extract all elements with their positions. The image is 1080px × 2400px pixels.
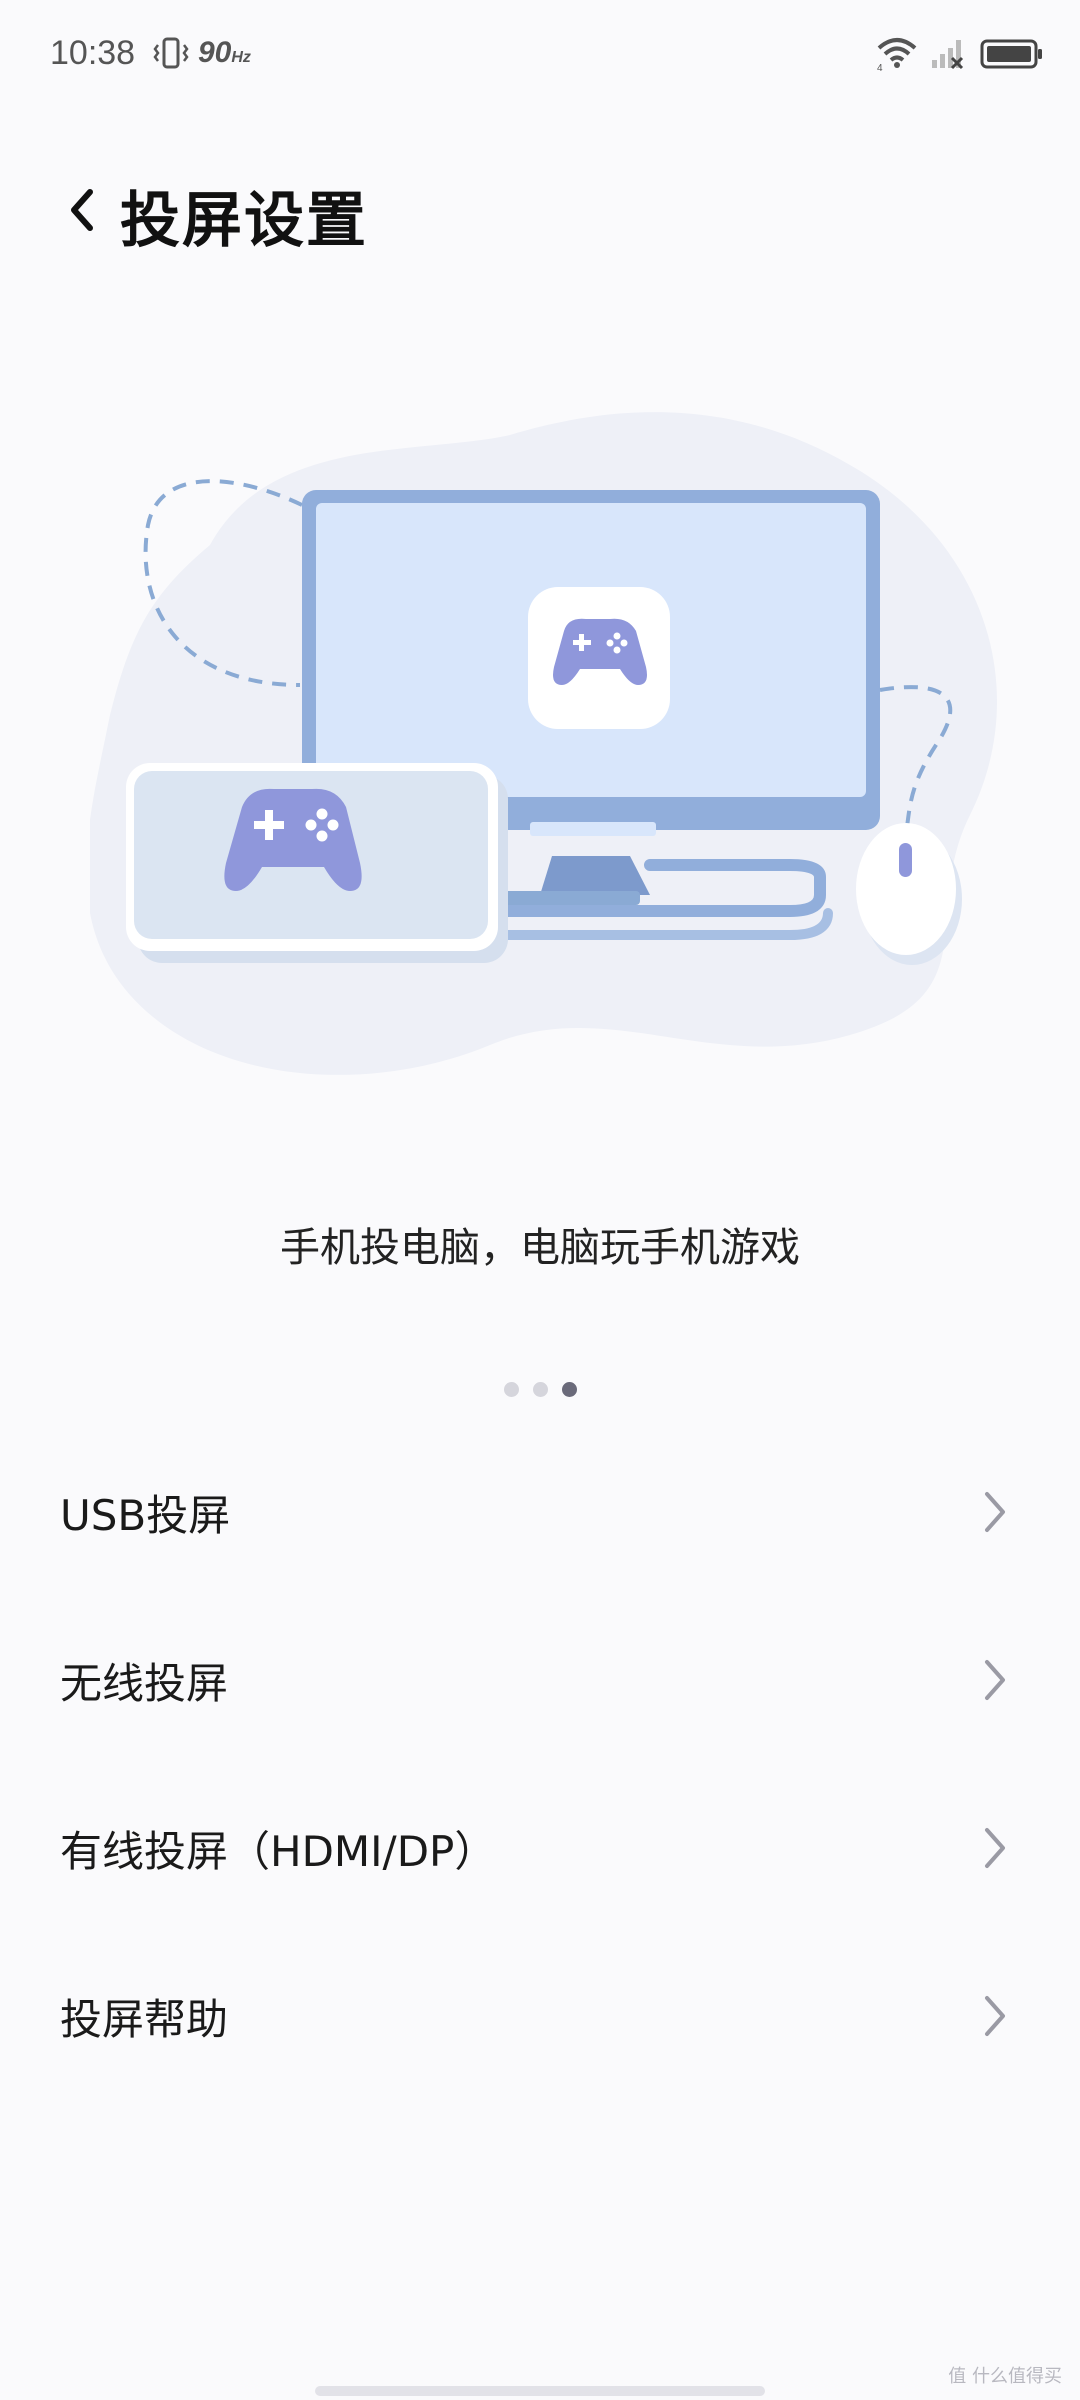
pager-dot-2[interactable]	[532, 1382, 548, 1397]
carousel-illustration	[90, 412, 997, 1075]
chevron-right-icon	[985, 1492, 1005, 1532]
chevron-left-icon	[71, 189, 93, 231]
signal-icon	[932, 40, 964, 70]
menu-item-wireless-cast[interactable]: 无线投屏	[0, 1596, 1080, 1764]
phone-icon	[126, 763, 508, 963]
menu-item-label: USB投屏	[60, 1490, 231, 1540]
status-bar: 10:38 90Hz 4	[0, 0, 1080, 110]
refresh-rate-value: 90	[198, 36, 232, 69]
back-button[interactable]	[52, 178, 112, 242]
watermark: 值 什么值得买	[948, 2366, 1062, 2387]
menu-item-cast-help[interactable]: 投屏帮助	[0, 1932, 1080, 2100]
pager-dot-1[interactable]	[503, 1382, 519, 1397]
page-title: 投屏设置	[120, 186, 368, 256]
chevron-right-icon	[985, 1828, 1005, 1868]
vibrate-icon	[153, 37, 189, 69]
home-indicator[interactable]	[315, 2386, 765, 2396]
carousel-pager[interactable]	[0, 1382, 1080, 1397]
refresh-rate-unit: Hz	[231, 49, 251, 66]
status-time: 10:38	[50, 34, 136, 72]
wifi-icon: 4	[877, 38, 917, 72]
chevron-right-icon	[985, 1660, 1005, 1700]
header: 投屏设置	[0, 160, 1080, 260]
menu-item-usb-cast[interactable]: USB投屏	[0, 1428, 1080, 1596]
chevron-right-icon	[985, 1996, 1005, 2036]
carousel-caption: 手机投电脑，电脑玩手机游戏	[280, 1225, 800, 1271]
cast-options-list: USB投屏 无线投屏 有线投屏（HDMI/DP） 投屏帮助	[0, 1428, 1080, 2100]
pager-dot-3[interactable]	[561, 1382, 577, 1397]
menu-item-label: 无线投屏	[60, 1658, 229, 1708]
monitor-gamepad-tile	[528, 587, 670, 729]
battery-icon	[980, 39, 1042, 69]
menu-item-label: 投屏帮助	[60, 1994, 229, 2044]
svg-text:4: 4	[877, 63, 883, 72]
menu-item-wired-cast[interactable]: 有线投屏（HDMI/DP）	[0, 1764, 1080, 1932]
refresh-rate-indicator: 90Hz	[198, 36, 251, 70]
menu-item-label: 有线投屏（HDMI/DP）	[60, 1826, 497, 1876]
